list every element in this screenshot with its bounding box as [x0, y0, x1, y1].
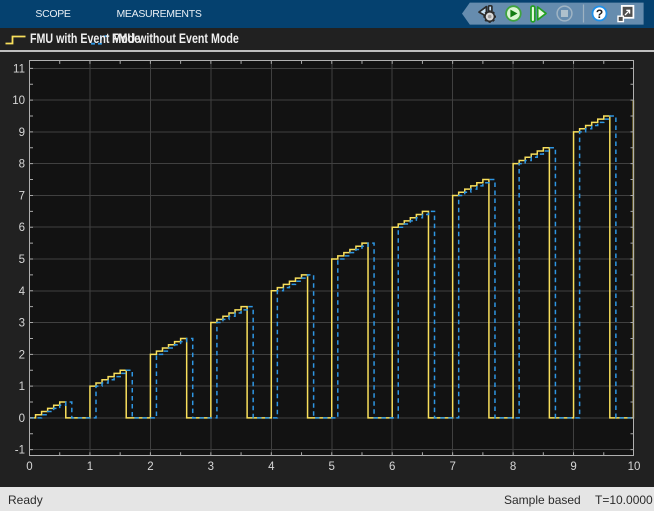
- svg-text:-1: -1: [15, 445, 25, 457]
- svg-text:1: 1: [87, 461, 93, 473]
- svg-text:4: 4: [268, 461, 275, 473]
- svg-text:3: 3: [19, 318, 25, 330]
- svg-text:2: 2: [147, 461, 153, 473]
- svg-text:9: 9: [19, 127, 25, 139]
- svg-text:?: ?: [596, 7, 603, 21]
- svg-text:10: 10: [628, 461, 641, 473]
- svg-text:11: 11: [13, 63, 25, 75]
- svg-text:7: 7: [19, 190, 25, 202]
- svg-text:10: 10: [12, 95, 25, 107]
- svg-text:2: 2: [19, 349, 25, 361]
- svg-text:5: 5: [329, 461, 335, 473]
- svg-text:6: 6: [389, 461, 395, 473]
- svg-text:0: 0: [19, 413, 25, 425]
- svg-text:1: 1: [19, 381, 25, 393]
- svg-text:9: 9: [570, 461, 576, 473]
- svg-text:3: 3: [208, 461, 214, 473]
- svg-text:5: 5: [19, 254, 25, 266]
- svg-text:4: 4: [19, 286, 26, 298]
- svg-text:8: 8: [510, 461, 516, 473]
- svg-text:0: 0: [26, 461, 32, 473]
- svg-text:8: 8: [19, 159, 25, 171]
- svg-text:7: 7: [449, 461, 455, 473]
- svg-text:6: 6: [19, 222, 25, 234]
